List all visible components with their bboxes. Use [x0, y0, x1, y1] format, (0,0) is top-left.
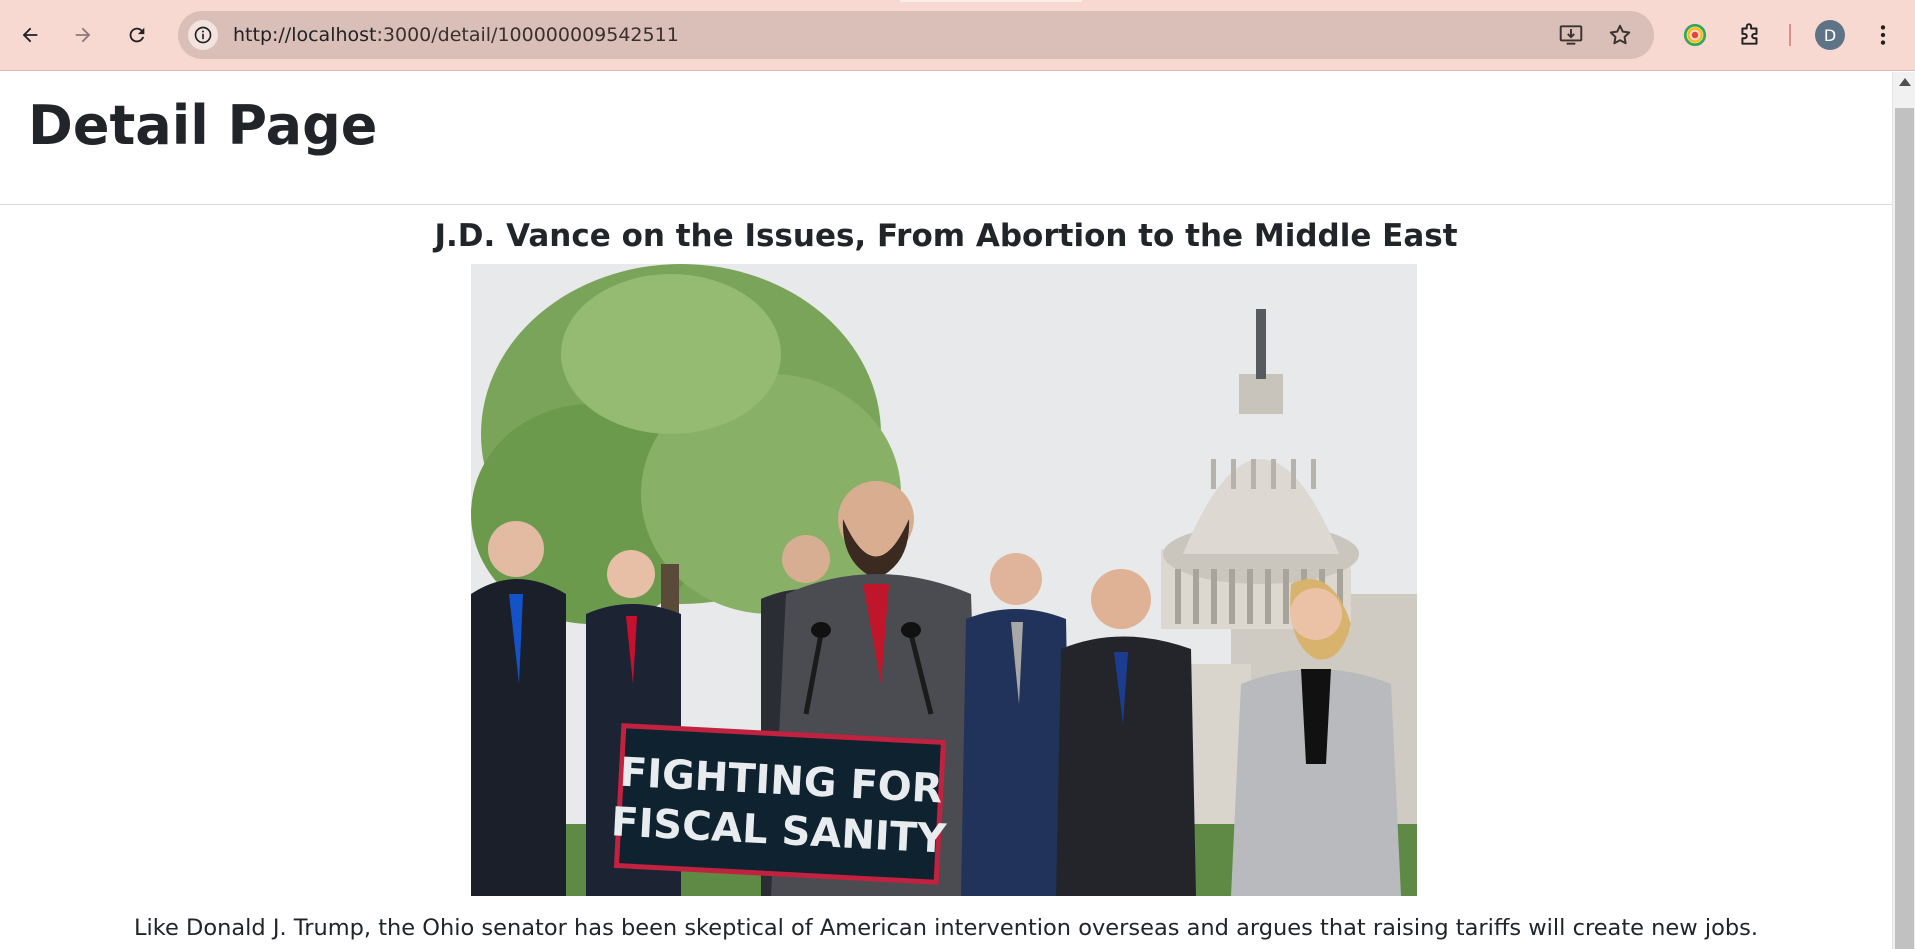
puzzle-extensions-icon[interactable]	[1734, 19, 1766, 51]
scrollbar-thumb[interactable]	[1895, 108, 1914, 949]
article-photo: FIGHTING FOR FISCAL SANITY	[471, 264, 1417, 896]
active-tab-edge	[900, 0, 1082, 2]
page-scrollbar[interactable]	[1892, 72, 1915, 949]
extension-rainbow-icon[interactable]	[1679, 19, 1711, 51]
kebab-menu-icon[interactable]	[1867, 19, 1899, 51]
forward-arrow-icon	[75, 27, 91, 43]
toolbar-divider	[1789, 24, 1791, 46]
url-text[interactable]: http://localhost:3000/detail/10000000954…	[233, 24, 679, 46]
profile-avatar[interactable]: D	[1815, 20, 1845, 50]
press-conference-image: FIGHTING FOR FISCAL SANITY	[471, 264, 1417, 896]
url-host: http://localhost	[233, 24, 377, 46]
scroll-up-arrow-icon[interactable]	[1899, 78, 1911, 86]
article-caption: Like Donald J. Trump, the Ohio senator h…	[133, 915, 1758, 941]
back-button[interactable]	[11, 16, 49, 54]
install-app-icon[interactable]	[1558, 22, 1584, 48]
page-header: Detail Page	[0, 72, 1892, 205]
article-headline: J.D. Vance on the Issues, From Abortion …	[434, 218, 1458, 254]
url-path: :3000/detail/100000009542511	[376, 24, 679, 46]
forward-button[interactable]	[64, 16, 102, 54]
page-content: Detail Page J.D. Vance on the Issues, Fr…	[0, 72, 1892, 949]
back-arrow-icon	[22, 27, 38, 43]
address-bar[interactable]: http://localhost:3000/detail/10000000954…	[178, 11, 1654, 59]
reload-icon	[129, 27, 145, 43]
site-info-icon	[194, 26, 212, 44]
reload-button[interactable]	[118, 16, 156, 54]
page-title: Detail Page	[28, 94, 378, 157]
site-info-button[interactable]	[188, 20, 218, 50]
bookmark-star-icon[interactable]	[1607, 22, 1633, 48]
browser-toolbar: http://localhost:3000/detail/10000000954…	[0, 0, 1915, 71]
podium-sign: FIGHTING FOR FISCAL SANITY	[610, 723, 948, 885]
